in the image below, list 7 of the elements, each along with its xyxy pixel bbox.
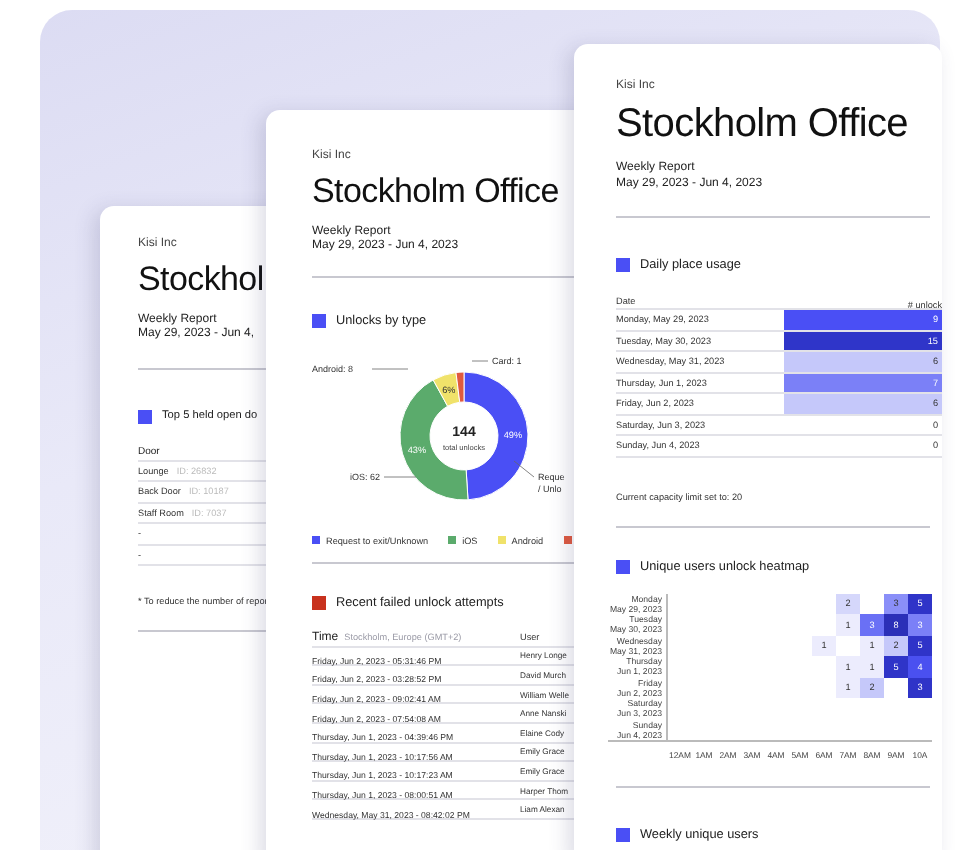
report-title: Stockholm Office — [616, 102, 909, 148]
report-title: Stockholm Office — [312, 172, 559, 212]
report-title: Stockhol — [138, 260, 264, 300]
leader-line — [513, 459, 535, 477]
leader-line — [471, 359, 489, 361]
leader-line — [383, 475, 417, 477]
leader-line — [371, 367, 409, 369]
